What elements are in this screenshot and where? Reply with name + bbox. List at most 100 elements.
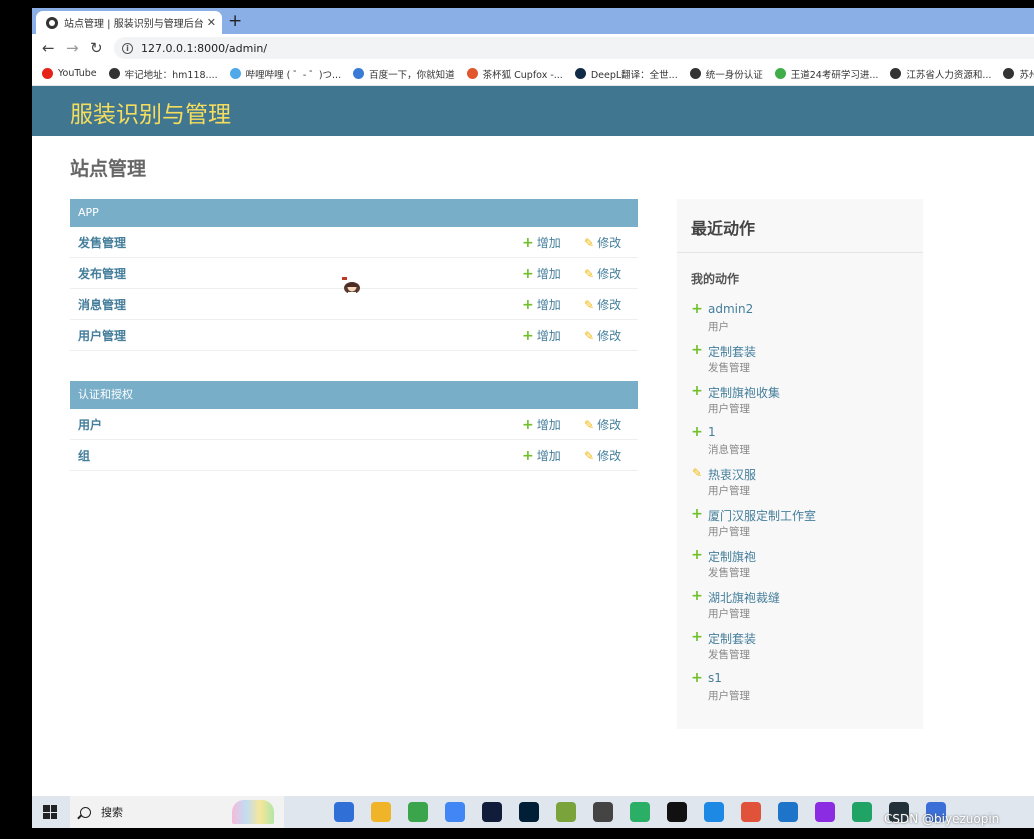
bookmark-label: 苏州市人力 xyxy=(1019,69,1034,81)
plus-icon: + xyxy=(522,296,534,313)
bookmark-label: DeepL翻译：全世... xyxy=(590,69,678,81)
back-arrow-icon[interactable]: ← xyxy=(42,38,55,58)
forward-arrow-icon[interactable]: → xyxy=(66,38,79,58)
model-link[interactable]: 组 xyxy=(78,447,90,464)
bookmark-favicon-icon xyxy=(774,68,786,79)
plus-icon: + xyxy=(691,629,703,645)
url-text: 127.0.0.1:8000/admin/ xyxy=(141,41,268,55)
taskbar-app-icon[interactable] xyxy=(852,802,872,822)
model-link[interactable]: 用户管理 xyxy=(78,327,126,344)
bookmark-item[interactable]: 苏州市人力 xyxy=(1003,67,1034,81)
close-icon[interactable]: ✕ xyxy=(207,16,216,29)
bookmark-item[interactable]: DeepL翻译：全世... xyxy=(574,67,678,81)
pencil-icon: ✎ xyxy=(584,297,595,312)
taskbar-app-icon[interactable] xyxy=(630,802,650,822)
taskbar-app-icon[interactable] xyxy=(519,802,539,822)
bookmark-item[interactable]: 牢记地址：hm118.... xyxy=(108,67,218,81)
bookmark-item[interactable]: 江苏省人力资源和... xyxy=(890,67,991,81)
module-auth: 认证和授权 用户 + 增加 ✎ 修改组 + 增加 ✎ 修改 xyxy=(70,381,638,471)
new-tab-button[interactable]: + xyxy=(228,11,242,31)
recent-action-link[interactable]: 定制旗袍收集 xyxy=(708,384,780,401)
add-link[interactable]: + 增加 xyxy=(522,416,561,433)
taskbar-app-icon[interactable] xyxy=(741,802,761,822)
site-brand[interactable]: 服装识别与管理 xyxy=(70,95,231,129)
taskbar-search[interactable]: 搜索 xyxy=(70,796,284,828)
add-label: 增加 xyxy=(536,236,561,250)
model-link[interactable]: 发布管理 xyxy=(78,265,126,282)
recent-action-link[interactable]: 定制套装 xyxy=(708,343,756,360)
bookmark-item[interactable]: YouTube xyxy=(42,68,97,79)
pencil-icon: ✎ xyxy=(584,235,595,250)
change-link[interactable]: ✎ 修改 xyxy=(584,265,621,282)
change-link[interactable]: ✎ 修改 xyxy=(584,447,621,464)
change-label: 修改 xyxy=(597,267,622,281)
taskbar-app-icon[interactable] xyxy=(667,802,687,822)
module-caption[interactable]: APP xyxy=(70,199,638,227)
bookmark-item[interactable]: 王道24考研学习进... xyxy=(774,67,878,81)
recent-action-link[interactable]: 定制旗袍 xyxy=(708,548,756,565)
taskbar-app-icon[interactable] xyxy=(445,802,465,822)
taskbar-app-icon[interactable] xyxy=(408,802,428,822)
reload-icon[interactable]: ↻ xyxy=(90,38,103,58)
model-row: 用户 + 增加 ✎ 修改 xyxy=(70,409,638,440)
my-actions-heading: 我的动作 xyxy=(691,272,740,286)
taskbar-app-icon[interactable] xyxy=(482,802,502,822)
bookmark-label: 百度一下，你就知道 xyxy=(369,69,455,81)
recent-action-link[interactable]: admin2 xyxy=(708,302,753,316)
plus-icon: + xyxy=(522,447,534,464)
module-caption[interactable]: 认证和授权 xyxy=(70,381,638,409)
plus-icon: + xyxy=(522,327,534,344)
plus-icon: + xyxy=(691,301,703,317)
bookmark-item[interactable]: 哔哩哔哩 ( ゜- ゜)つ... xyxy=(229,67,341,81)
recent-action-link[interactable]: 定制套装 xyxy=(708,630,756,647)
model-link[interactable]: 消息管理 xyxy=(78,296,126,313)
recent-action-type: 用户管理 xyxy=(708,485,750,497)
taskbar-app-icon[interactable] xyxy=(778,802,798,822)
add-link[interactable]: + 增加 xyxy=(522,327,561,344)
bookmark-label: YouTube xyxy=(58,68,97,79)
recent-actions-list: + admin2 用户 + 定制套装 发售管理 + 定制旗袍收集 用户管理 +1 消息管理 ✎ 热衷汉服… xyxy=(691,301,921,711)
change-link[interactable]: ✎ 修改 xyxy=(584,416,621,433)
watermark: CSDN @biyezuopin xyxy=(884,812,1000,826)
address-bar[interactable]: i 127.0.0.1:8000/admin/ xyxy=(114,37,1034,59)
tab-title: 站点管理 | 服装识别与管理后台 xyxy=(64,19,203,30)
recent-action-link[interactable]: 热衷汉服 xyxy=(708,466,756,483)
change-link[interactable]: ✎ 修改 xyxy=(584,327,621,344)
add-link[interactable]: + 增加 xyxy=(522,447,561,464)
add-link[interactable]: + 增加 xyxy=(522,234,561,251)
recent-action-link[interactable]: 湖北旗袍裁缝 xyxy=(708,589,780,606)
taskbar-app-icon[interactable] xyxy=(815,802,835,822)
recent-action-item: + 定制套装 发售管理 xyxy=(691,629,921,670)
page-title: 站点管理 xyxy=(70,158,147,180)
taskbar-app-icon[interactable] xyxy=(334,802,354,822)
tab-site-admin[interactable]: 站点管理 | 服装识别与管理后台 ✕ xyxy=(36,11,222,34)
bookmark-item[interactable]: 统一身份认证 xyxy=(689,67,763,81)
plus-icon: + xyxy=(691,342,703,358)
tab-strip: 站点管理 | 服装识别与管理后台 ✕ + xyxy=(32,8,1034,34)
taskbar-app-icon[interactable] xyxy=(556,802,576,822)
bookmark-item[interactable]: 百度一下，你就知道 xyxy=(353,67,455,81)
windows-start-icon[interactable] xyxy=(43,805,57,819)
bookmark-label: 江苏省人力资源和... xyxy=(906,69,992,81)
taskbar-app-icon[interactable] xyxy=(593,802,613,822)
anime-character-icon xyxy=(342,277,360,295)
plus-icon: + xyxy=(691,506,703,522)
taskbar-app-icon[interactable] xyxy=(371,802,391,822)
model-link[interactable]: 发售管理 xyxy=(78,234,126,251)
pencil-icon: ✎ xyxy=(584,328,595,343)
recent-action-link[interactable]: 1 xyxy=(708,425,716,439)
change-label: 修改 xyxy=(597,418,622,432)
change-link[interactable]: ✎ 修改 xyxy=(584,296,621,313)
add-link[interactable]: + 增加 xyxy=(522,296,561,313)
browser-toolbar: ← → ↻ i 127.0.0.1:8000/admin/ xyxy=(32,34,1034,62)
change-link[interactable]: ✎ 修改 xyxy=(584,234,621,251)
bookmark-item[interactable]: 茶杯狐 Cupfox -... xyxy=(466,67,563,81)
info-icon[interactable]: i xyxy=(122,42,133,54)
recent-action-item: + 定制旗袍 发售管理 xyxy=(691,547,921,588)
recent-action-link[interactable]: s1 xyxy=(708,671,722,685)
add-link[interactable]: + 增加 xyxy=(522,265,561,282)
model-link[interactable]: 用户 xyxy=(78,416,102,433)
recent-action-type: 用户 xyxy=(708,321,729,333)
recent-action-link[interactable]: 厦门汉服定制工作室 xyxy=(708,507,816,524)
taskbar-app-icon[interactable] xyxy=(704,802,724,822)
